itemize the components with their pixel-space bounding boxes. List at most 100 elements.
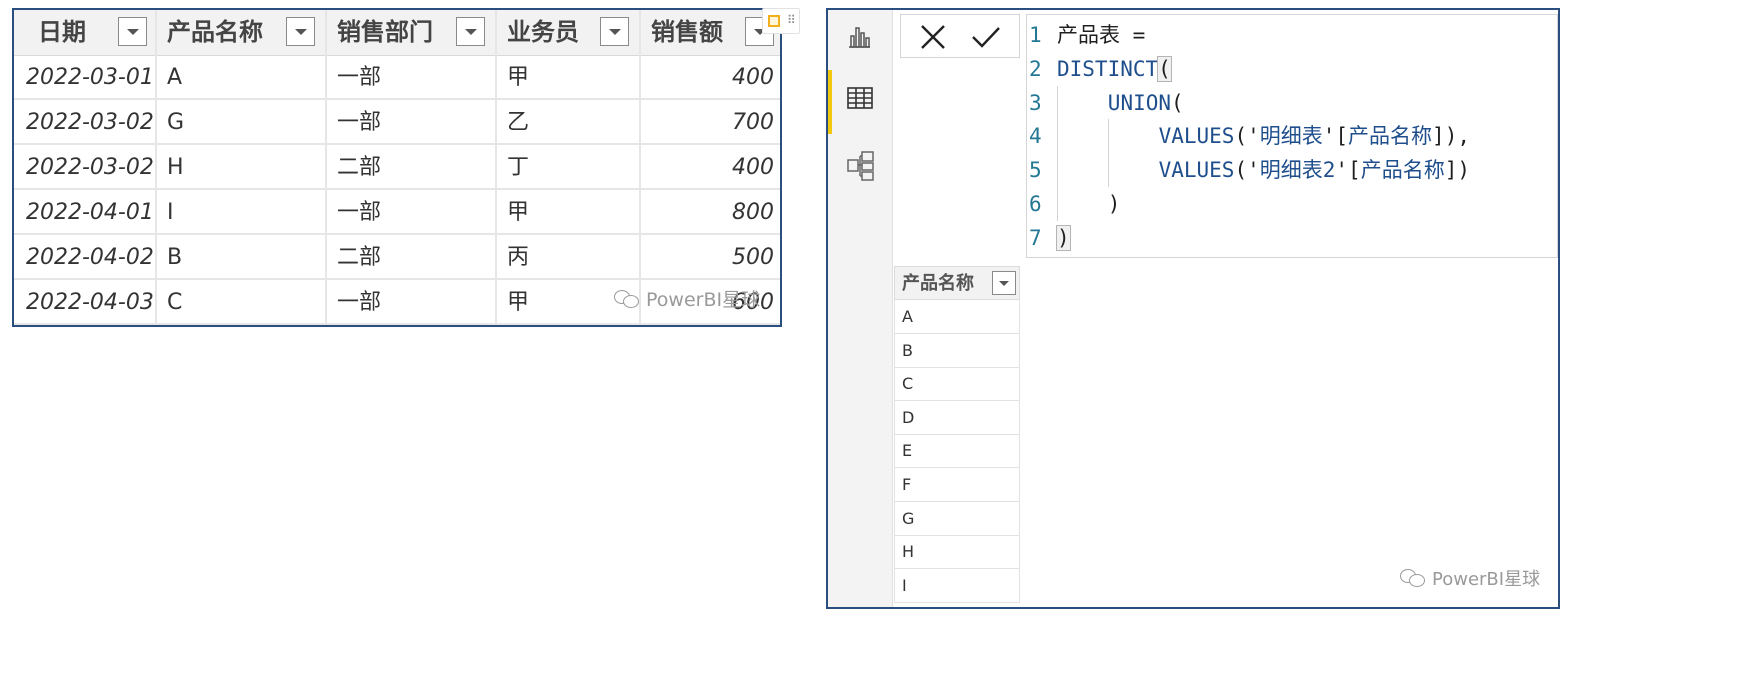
- column-filter-dropdown[interactable]: [456, 17, 485, 46]
- code-line: 7): [1027, 221, 1557, 255]
- detail-table: 2022-03-01 A 一部甲 400 2022-03-02 G 一部乙 700 2022-0…: [12, 8, 782, 327]
- commit-formula-button[interactable]: [971, 23, 1001, 51]
- nav-report-view[interactable]: [828, 10, 892, 70]
- table-cell: 丁: [497, 145, 641, 190]
- code-token: 产品名称: [1360, 158, 1445, 183]
- column-header: 销售部门: [327, 10, 497, 55]
- table-cell: G: [157, 100, 327, 145]
- code-token: 产品表 =: [1057, 23, 1146, 47]
- model-view-icon: [847, 151, 874, 181]
- code-token: VALUES: [1158, 124, 1235, 149]
- table-cell: 700: [641, 100, 780, 145]
- code-token: (': [1234, 124, 1260, 149]
- result-table-header[interactable]: 产品名称: [894, 266, 1020, 300]
- table-cell: H: [157, 145, 327, 190]
- code-token: (: [1171, 90, 1184, 115]
- column-header: 业务员: [497, 10, 641, 55]
- image-icon[interactable]: [768, 15, 780, 27]
- table-row: D: [894, 400, 1020, 435]
- line-number: 1: [1029, 23, 1042, 47]
- report-view-icon: [849, 27, 870, 48]
- table-cell: 800: [641, 190, 780, 235]
- code-text: DISTINCT(: [1057, 52, 1172, 86]
- code-line: 1 产品表 =: [1027, 18, 1557, 52]
- column-header: 销售额: [641, 10, 780, 55]
- table-cell: 500: [641, 235, 780, 280]
- code-text: ): [1108, 187, 1121, 221]
- watermark: PowerBI星球: [1400, 565, 1540, 591]
- code-line: 6): [1027, 187, 1557, 221]
- code-token: (: [1157, 55, 1172, 82]
- line-number: 3: [1029, 90, 1042, 115]
- code-token: VALUES: [1158, 158, 1235, 183]
- view-switcher: [828, 10, 893, 607]
- code-line: 2 DISTINCT(: [1027, 52, 1557, 86]
- code-token: ]): [1444, 158, 1470, 183]
- column-header-label: 销售部门: [337, 18, 433, 46]
- table-row: I: [894, 568, 1020, 603]
- code-token: ): [1107, 192, 1121, 216]
- cancel-formula-button[interactable]: [918, 23, 948, 51]
- table-cell: 乙: [497, 100, 641, 145]
- watermark: PowerBI星球: [614, 285, 760, 312]
- table-row: F: [894, 468, 1020, 502]
- code-token: (': [1234, 158, 1260, 183]
- column-filter-dropdown[interactable]: [118, 17, 147, 46]
- table-cell: B: [157, 235, 327, 280]
- column-header-label: 业务员: [507, 18, 579, 46]
- power-bi-table-view: 1 产品表 = 2 DISTINCT(3 UNION(4 VALUES('明细表'[产品名…: [826, 8, 1560, 609]
- nav-model-view[interactable]: [828, 136, 892, 196]
- table-cell: 2022-04-03: [14, 280, 157, 325]
- column-header-label: 销售额: [651, 18, 723, 46]
- drag-handle-icon[interactable]: ⠿: [787, 13, 796, 27]
- code-token: ]),: [1432, 124, 1470, 149]
- table-row: B: [894, 333, 1020, 368]
- close-icon: [921, 25, 945, 49]
- table-cell: C: [157, 280, 327, 325]
- dax-formula-editor[interactable]: 1 产品表 = 2 DISTINCT(3 UNION(4 VALUES('明细表'[产品名…: [1026, 14, 1558, 258]
- line-number: 5: [1029, 158, 1042, 183]
- code-text: VALUES('明细表2'[产品名称]): [1159, 153, 1470, 187]
- column-filter-dropdown[interactable]: [286, 17, 315, 46]
- table-cell: 400: [641, 55, 780, 100]
- table-cell: A: [157, 55, 327, 100]
- table-cell: 一部: [327, 190, 497, 235]
- code-token: UNION: [1107, 90, 1172, 115]
- table-cell: 400: [641, 145, 780, 190]
- code-token: '[: [1335, 158, 1361, 183]
- table-row: C: [894, 367, 1020, 402]
- table-row: H: [894, 535, 1020, 570]
- indent-guide: [1057, 85, 1058, 120]
- code-line: 3 UNION(: [1027, 85, 1557, 120]
- table-cell: 2022-03-02: [14, 100, 157, 145]
- column-header: 产品名称: [157, 10, 327, 55]
- code-line: 4 VALUES('明细表'[产品名称]),: [1027, 119, 1557, 154]
- line-number: 7: [1029, 225, 1042, 250]
- code-token: DISTINCT: [1057, 56, 1159, 81]
- table-cell: 一部: [327, 100, 497, 145]
- line-number: 4: [1029, 124, 1042, 149]
- indent-guide: [1057, 187, 1058, 221]
- code-token: '[: [1322, 124, 1349, 149]
- table-cell: 二部: [327, 145, 497, 190]
- table-cell: 一部: [327, 280, 497, 325]
- table-row: G: [894, 501, 1020, 536]
- wechat-icon: [614, 290, 640, 308]
- code-token: ): [1056, 224, 1071, 251]
- visual-options[interactable]: ⠿: [762, 8, 800, 34]
- check-icon: [972, 27, 1000, 48]
- table-cell: 丙: [497, 235, 641, 280]
- formula-bar-buttons: [900, 14, 1020, 58]
- indent-guide: [1107, 119, 1109, 154]
- column-header: 日期: [14, 10, 157, 55]
- code-token: 产品名称: [1348, 124, 1433, 149]
- column-filter-dropdown[interactable]: [992, 271, 1016, 295]
- indent-guide: [1107, 153, 1109, 188]
- nav-table-view[interactable]: [828, 70, 892, 134]
- column-filter-dropdown[interactable]: [600, 17, 629, 46]
- table-cell: 甲: [497, 190, 641, 235]
- wechat-icon: [1400, 569, 1426, 587]
- table-cell: I: [157, 190, 327, 235]
- line-number: 2: [1029, 56, 1042, 81]
- column-header: 产品名称: [902, 273, 974, 294]
